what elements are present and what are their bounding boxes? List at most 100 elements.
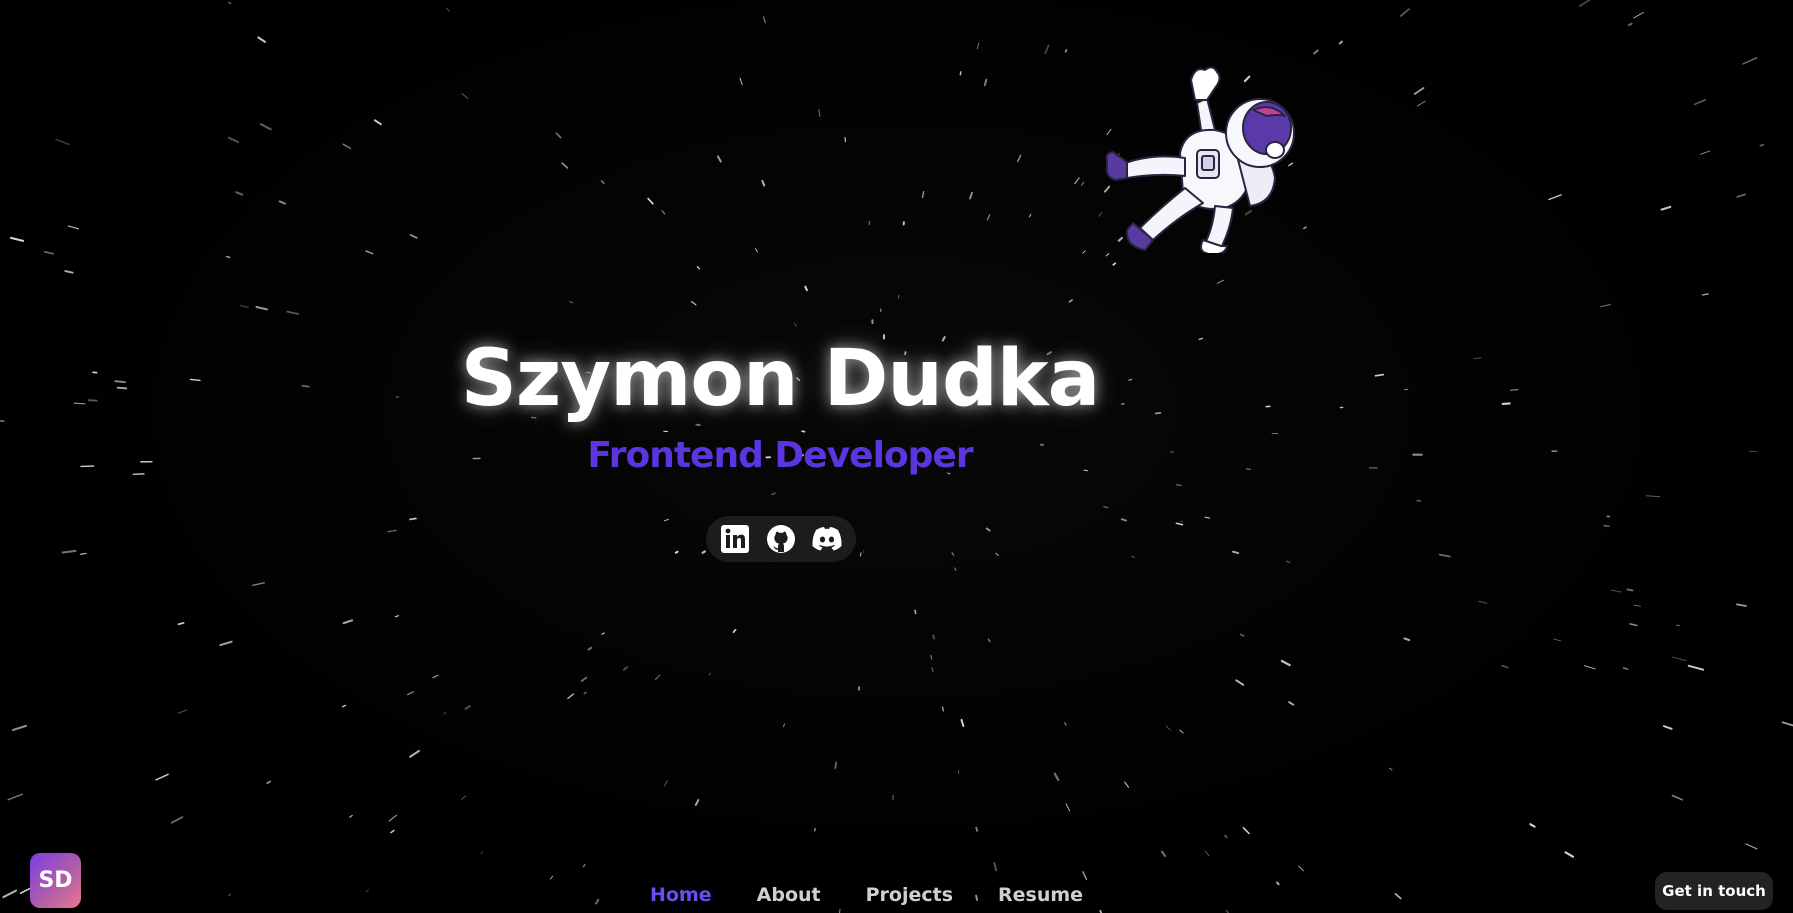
star-streak bbox=[1082, 871, 1088, 881]
star-streak bbox=[460, 795, 467, 801]
star-streak bbox=[1064, 722, 1067, 726]
main-nav: Home About Projects Resume bbox=[650, 884, 1083, 906]
star-streak bbox=[11, 724, 28, 732]
star-streak bbox=[1676, 624, 1680, 627]
discord-icon bbox=[812, 527, 842, 551]
star-streak bbox=[930, 654, 933, 660]
star-streak bbox=[1564, 851, 1575, 858]
star-streak bbox=[1394, 893, 1402, 900]
star-streak bbox=[993, 861, 998, 872]
star-streak bbox=[409, 749, 420, 758]
star-streak bbox=[1478, 600, 1488, 604]
star-streak bbox=[1671, 794, 1684, 801]
star-streak bbox=[1548, 194, 1562, 201]
star-streak bbox=[239, 304, 249, 309]
star-streak bbox=[716, 155, 722, 163]
star-streak bbox=[921, 190, 925, 199]
star-streak bbox=[739, 77, 743, 86]
star-streak bbox=[19, 887, 32, 895]
star-streak bbox=[1501, 664, 1509, 669]
star-streak bbox=[461, 92, 469, 100]
nav-home[interactable]: Home bbox=[650, 884, 712, 906]
star-streak bbox=[976, 42, 980, 50]
star-streak bbox=[561, 162, 569, 169]
star-streak bbox=[1131, 555, 1136, 558]
star-streak bbox=[1611, 589, 1622, 593]
star-streak bbox=[1112, 262, 1117, 266]
star-streak bbox=[1745, 843, 1758, 850]
star-streak bbox=[696, 266, 701, 270]
star-streak bbox=[1627, 22, 1633, 27]
star-streak bbox=[342, 619, 354, 625]
star-streak bbox=[818, 108, 821, 117]
star-streak bbox=[1239, 633, 1245, 637]
github-icon bbox=[767, 525, 795, 553]
star-streak bbox=[1285, 560, 1291, 564]
star-streak bbox=[1781, 721, 1793, 727]
hero: Szymon Dudka Frontend Developer bbox=[0, 340, 1560, 474]
star-streak bbox=[1288, 701, 1295, 706]
page: Szymon Dudka Frontend Developer SD Home … bbox=[0, 0, 1793, 913]
star-streak bbox=[1276, 881, 1280, 886]
star-streak bbox=[1179, 729, 1184, 734]
star-streak bbox=[623, 666, 629, 671]
star-streak bbox=[1403, 637, 1411, 642]
get-in-touch-button[interactable]: Get in touch bbox=[1655, 872, 1773, 910]
star-streak bbox=[1399, 8, 1410, 17]
star-streak bbox=[225, 255, 231, 259]
star-streak bbox=[569, 300, 574, 304]
nav-resume[interactable]: Resume bbox=[998, 884, 1083, 906]
star-streak bbox=[1175, 522, 1184, 526]
star-streak bbox=[834, 761, 837, 769]
nav-about[interactable]: About bbox=[757, 884, 821, 906]
star-streak bbox=[286, 310, 300, 315]
star-streak bbox=[365, 889, 370, 893]
star-streak bbox=[67, 225, 79, 230]
star-streak bbox=[732, 628, 737, 634]
star-streak bbox=[1660, 205, 1672, 211]
star-streak bbox=[986, 214, 991, 221]
star-streak bbox=[844, 136, 847, 143]
star-streak bbox=[975, 826, 979, 832]
star-streak bbox=[373, 119, 382, 126]
linkedin-icon bbox=[721, 525, 749, 553]
star-streak bbox=[1065, 803, 1071, 812]
site-logo[interactable]: SD bbox=[30, 853, 81, 908]
star-streak bbox=[771, 492, 776, 496]
star-streak bbox=[388, 814, 398, 822]
star-streak bbox=[1629, 623, 1638, 627]
star-streak bbox=[235, 191, 244, 196]
star-streak bbox=[7, 793, 23, 801]
star-streak bbox=[550, 875, 554, 880]
linkedin-link[interactable] bbox=[718, 522, 752, 556]
star-streak bbox=[1633, 12, 1644, 19]
star-streak bbox=[55, 138, 70, 145]
star-streak bbox=[1687, 664, 1705, 671]
star-streak bbox=[1298, 865, 1304, 872]
star-streak bbox=[1742, 57, 1758, 65]
star-streak bbox=[1662, 725, 1673, 730]
star-streak bbox=[932, 634, 936, 640]
star-streak bbox=[1438, 553, 1451, 558]
star-streak bbox=[43, 250, 55, 255]
star-streak bbox=[600, 179, 605, 184]
star-streak bbox=[80, 552, 87, 555]
star-streak bbox=[555, 132, 562, 139]
star-streak bbox=[959, 71, 962, 76]
star-streak bbox=[654, 674, 661, 681]
github-link[interactable] bbox=[764, 522, 798, 556]
star-streak bbox=[594, 898, 600, 905]
discord-link[interactable] bbox=[810, 522, 844, 556]
star-streak bbox=[1176, 484, 1182, 486]
star-streak bbox=[762, 16, 766, 24]
star-streak bbox=[1626, 588, 1634, 592]
star-streak bbox=[1759, 143, 1765, 147]
star-streak bbox=[1204, 516, 1211, 519]
star-streak bbox=[1338, 40, 1343, 45]
star-streak bbox=[407, 691, 414, 696]
star-streak bbox=[228, 893, 232, 897]
star-streak bbox=[804, 285, 808, 292]
social-links bbox=[706, 516, 856, 562]
star-streak bbox=[701, 550, 706, 554]
nav-projects[interactable]: Projects bbox=[866, 884, 953, 906]
